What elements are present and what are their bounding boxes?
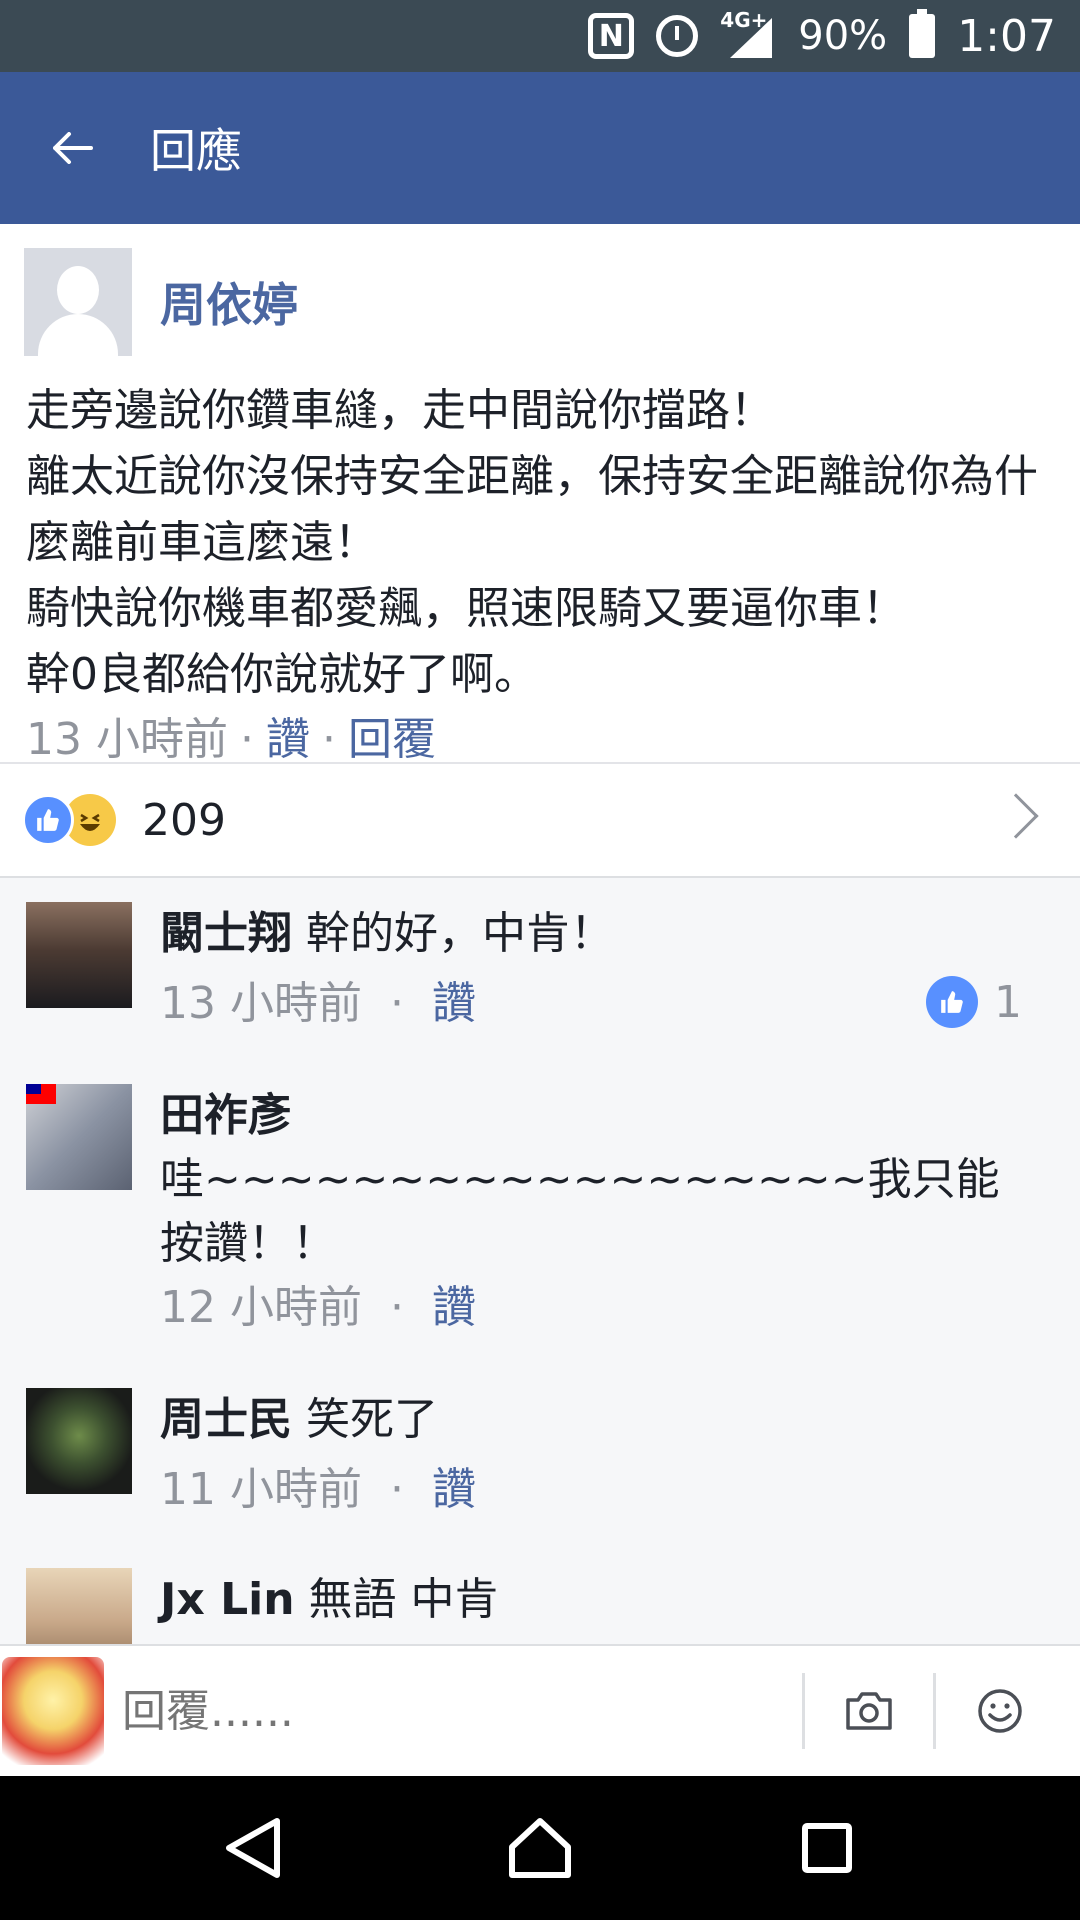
commenter-name[interactable]: 田祚彥 xyxy=(160,1084,1026,1148)
taiwan-flag-icon xyxy=(26,1084,56,1104)
page-title: 回應 xyxy=(150,124,242,178)
comment-text: 幹的好，中肯！ xyxy=(306,908,614,959)
nav-recents-button[interactable] xyxy=(767,1788,887,1908)
my-avatar xyxy=(2,1657,104,1765)
reply-composer xyxy=(0,1644,1080,1776)
like-reaction-icon xyxy=(22,794,74,846)
nfc-icon: N xyxy=(588,13,635,59)
comment-time: 13 小時前 xyxy=(160,978,362,1029)
commenter-name[interactable]: 周士民 xyxy=(160,1394,292,1445)
nav-home-button[interactable] xyxy=(480,1788,600,1908)
nav-back-button[interactable] xyxy=(193,1788,313,1908)
emoji-button[interactable] xyxy=(936,1661,1064,1761)
commenter-avatar[interactable] xyxy=(26,1568,132,1644)
comment-time: 11 小時前 xyxy=(160,1464,362,1515)
comment-like-button[interactable]: 讚 xyxy=(432,1282,476,1333)
commenter-avatar[interactable] xyxy=(26,1084,132,1190)
reply-input[interactable] xyxy=(122,1685,802,1737)
comment-like-button[interactable]: 讚 xyxy=(432,978,476,1029)
battery-icon xyxy=(909,9,936,58)
app-bar: 回應 xyxy=(0,72,1080,224)
commenter-name[interactable]: 闞士翔 xyxy=(160,908,292,959)
home-icon xyxy=(508,1818,571,1878)
back-arrow-icon xyxy=(53,132,93,164)
post-time: 13 小時前 xyxy=(26,714,228,765)
square-recents-icon xyxy=(801,1823,852,1873)
author-avatar[interactable] xyxy=(24,248,132,356)
triangle-back-icon xyxy=(226,1818,281,1878)
comment-text: 無語 中肯 xyxy=(308,1574,499,1625)
commenter-avatar[interactable] xyxy=(26,1388,132,1494)
smiley-icon xyxy=(978,1689,1022,1733)
reactions-summary[interactable]: 209 xyxy=(0,762,1080,878)
camera-icon xyxy=(846,1692,892,1730)
comment-text: 笑死了 xyxy=(306,1394,438,1445)
commenter-name[interactable]: Jx Lin xyxy=(160,1574,295,1625)
back-button[interactable] xyxy=(28,103,118,193)
alarm-icon xyxy=(656,15,699,57)
commenter-avatar[interactable] xyxy=(26,902,132,1008)
system-nav-bar xyxy=(0,1776,1080,1920)
clock: 1:07 xyxy=(957,10,1056,62)
like-icon xyxy=(926,976,978,1028)
battery-percent: 90% xyxy=(798,13,888,59)
comment-time: 12 小時前 xyxy=(160,1282,362,1333)
comments-list: 闞士翔 幹的好，中肯！ 13 小時前 · 讚 1 田祚彥 哇~~~~~~~~~~~~~~… xyxy=(0,878,1080,1644)
signal-icon: 4G+ xyxy=(720,8,776,60)
reaction-count: 209 xyxy=(142,794,226,846)
status-bar: N 4G+ 90% 1:07 xyxy=(0,0,1080,72)
chevron-right-icon xyxy=(993,793,1039,839)
post-text: 走旁邊說你鑽車縫，走中間說你擋路！ 離太近說你沒保持安全距離，保持安全距離說你為… xyxy=(26,385,1038,700)
comment-like-count[interactable]: 1 xyxy=(926,976,1022,1028)
author-name[interactable]: 周依婷 xyxy=(160,269,298,335)
reply-button[interactable]: 回覆 xyxy=(348,714,436,765)
comment-text: 哇~~~~~~~~~~~~~~~~~~我只能按讚！！ xyxy=(160,1154,1000,1269)
original-post: 周依婷 走旁邊說你鑽車縫，走中間說你擋路！ 離太近說你沒保持安全距離，保持安全距… xyxy=(0,224,1080,770)
post-meta: 13 小時前 · 讚 · 回覆 xyxy=(26,714,436,765)
comment-like-button[interactable]: 讚 xyxy=(432,1464,476,1515)
camera-button[interactable] xyxy=(805,1661,933,1761)
like-button[interactable]: 讚 xyxy=(266,714,310,765)
